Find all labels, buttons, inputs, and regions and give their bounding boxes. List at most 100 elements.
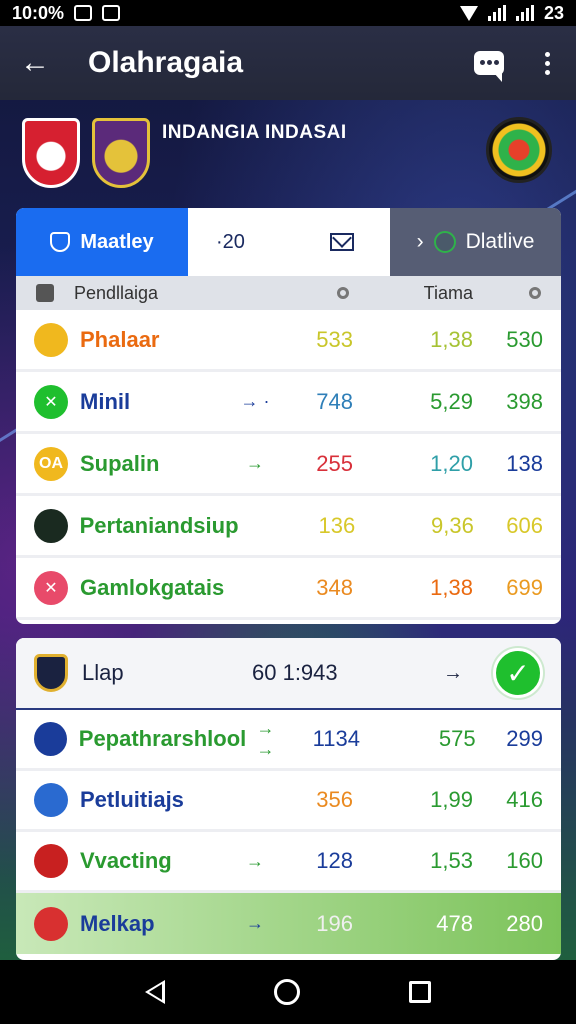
stat-value-1: 356 bbox=[316, 787, 353, 812]
chat-icon bbox=[474, 51, 504, 82]
check-circle-icon[interactable]: ✓ bbox=[493, 648, 543, 698]
tab-label: ·20 bbox=[216, 230, 245, 253]
navigation-bar bbox=[0, 960, 576, 1024]
tab-label: Dlatlive bbox=[465, 230, 535, 253]
team-badge-icon bbox=[34, 722, 67, 756]
more-menu-button[interactable] bbox=[518, 26, 576, 100]
stat-value-3: 160 bbox=[506, 848, 543, 873]
stat-value-3: 299 bbox=[506, 726, 544, 751]
trend-arrow-icon: → bbox=[246, 453, 264, 473]
table-row[interactable]: ✕ Minil → · 748 5,29 398 bbox=[16, 372, 561, 434]
team-crest-red-icon bbox=[22, 118, 80, 188]
team-crest-purple-icon bbox=[92, 118, 150, 188]
trend-arrow-icon: → bbox=[246, 850, 264, 871]
team-name: Vvacting bbox=[80, 848, 172, 873]
team-badge-icon: OA bbox=[34, 446, 68, 481]
chat-button[interactable] bbox=[460, 26, 518, 100]
team-badge-icon: ✕ bbox=[34, 570, 68, 605]
nav-home-icon[interactable] bbox=[273, 979, 300, 1005]
table-header: Pendllaiga Tiama bbox=[16, 276, 561, 310]
stat-value-2: 1,53 bbox=[430, 848, 473, 873]
team-badge-icon bbox=[34, 844, 68, 878]
stat-value-1: 136 bbox=[318, 512, 356, 538]
column-header-total: Tiama bbox=[423, 282, 473, 303]
team-name: Phalaar bbox=[80, 326, 160, 352]
page-title: Olahragaia bbox=[88, 46, 244, 79]
team-badge-icon: ✕ bbox=[34, 384, 68, 419]
team-name: Melkap bbox=[80, 910, 155, 936]
table-row[interactable]: Melkap → 196 478 280 bbox=[16, 893, 561, 954]
globe-icon bbox=[433, 231, 456, 253]
team-name: Supalin bbox=[80, 450, 160, 476]
stat-value-2: 5,29 bbox=[430, 388, 473, 414]
team-name: Minil bbox=[80, 388, 131, 414]
table-row[interactable]: Petluitiajs 356 1,99 416 bbox=[16, 771, 561, 832]
league-header: INDANGIA INDASAI bbox=[0, 100, 576, 208]
stat-value-3: 530 bbox=[506, 326, 543, 352]
stat-value-2: 9,36 bbox=[430, 512, 474, 538]
tab-matches[interactable]: Maatley bbox=[16, 208, 188, 276]
trend-arrow-icon: → → bbox=[256, 718, 275, 759]
stat-value-2: 1,99 bbox=[430, 787, 473, 812]
checkbox-icon[interactable] bbox=[36, 284, 54, 302]
league-logo-icon[interactable] bbox=[486, 117, 552, 183]
tab-prefix: › bbox=[416, 230, 424, 253]
battery-level: 23 bbox=[543, 2, 564, 23]
trend-arrow-icon: → · bbox=[240, 391, 270, 411]
table-row[interactable]: Pepathrarshlool → → 1134 575 299 bbox=[16, 710, 561, 771]
tab-label: Maatley bbox=[80, 230, 154, 253]
team-name: Gamlokgatais bbox=[80, 574, 225, 600]
table-row[interactable]: ✕ Gamlokgatais 348 1,38 699 bbox=[16, 558, 561, 620]
stat-value-1: 748 bbox=[316, 388, 353, 414]
trend-arrow-icon: → bbox=[246, 913, 264, 933]
signal-2-icon bbox=[515, 5, 534, 21]
tab-bar: Maatley ·20 › Dlatlive bbox=[16, 208, 561, 276]
group-list: Pepathrarshlool → → 1134 575 299 Petluitiajs 3… bbox=[16, 710, 561, 954]
stat-value-3: 606 bbox=[506, 512, 544, 538]
sort-icon[interactable] bbox=[337, 287, 349, 299]
stat-value-2: 1,38 bbox=[430, 574, 473, 600]
app-bar: ← Olahragaia bbox=[0, 26, 576, 100]
standings-list: Phalaar 533 1,38 530 ✕ Minil → · 748 5,29 398 OA Su… bbox=[16, 310, 561, 620]
team-badge-icon bbox=[34, 322, 68, 357]
stat-value-3: 416 bbox=[506, 787, 543, 812]
notification-icon bbox=[102, 5, 121, 21]
table-row[interactable]: Phalaar 533 1,38 530 bbox=[16, 310, 561, 372]
group-header[interactable]: Llap 60 1:943 → ✓ bbox=[16, 638, 561, 710]
tab-live[interactable]: › Dlatlive bbox=[390, 208, 561, 276]
nav-recents-icon[interactable] bbox=[409, 981, 432, 1003]
mail-icon bbox=[330, 233, 354, 251]
stat-value-1: 128 bbox=[316, 848, 353, 873]
stat-value-1: 348 bbox=[316, 574, 353, 600]
lock-icon bbox=[74, 5, 93, 21]
stat-value-3: 138 bbox=[506, 450, 543, 476]
sort-icon[interactable] bbox=[529, 287, 541, 299]
team-badge-icon bbox=[34, 906, 68, 941]
team-name: Pertaniandsiup bbox=[79, 512, 239, 538]
signal-icon bbox=[487, 5, 506, 21]
shield-icon bbox=[34, 654, 68, 692]
table-row[interactable]: Vvacting → 128 1,53 160 bbox=[16, 832, 561, 893]
status-bar: 10:0% 23 bbox=[0, 0, 576, 26]
stat-value-1: 533 bbox=[316, 326, 353, 352]
table-row[interactable]: OA Supalin → 255 1,20 138 bbox=[16, 434, 561, 496]
wifi-icon bbox=[459, 5, 478, 21]
standings-card: Maatley ·20 › Dlatlive Pendllaiga Tiama … bbox=[16, 208, 561, 624]
stat-value-3: 398 bbox=[506, 388, 543, 414]
team-name: Pepathrarshlool bbox=[78, 726, 247, 751]
column-header-team: Pendllaiga bbox=[74, 282, 159, 303]
group-score: 60 1:943 bbox=[252, 660, 338, 685]
stat-value-1: 196 bbox=[316, 910, 353, 936]
stat-value-2: 478 bbox=[436, 910, 473, 936]
stat-value-3: 699 bbox=[506, 574, 543, 600]
nav-back-icon[interactable] bbox=[144, 980, 165, 1004]
group-name: Llap bbox=[82, 660, 124, 685]
shield-icon bbox=[50, 232, 71, 252]
back-arrow-icon[interactable]: ← bbox=[0, 26, 70, 100]
league-name: INDANGIA INDASAI bbox=[162, 122, 347, 143]
team-name: Petluitiajs bbox=[80, 787, 184, 812]
stat-value-3: 280 bbox=[506, 910, 543, 936]
table-row[interactable]: Pertaniandsiup 136 9,36 606 bbox=[16, 496, 561, 558]
stat-value-2: 1,20 bbox=[430, 450, 473, 476]
tab-messages[interactable]: ·20 bbox=[188, 208, 390, 276]
